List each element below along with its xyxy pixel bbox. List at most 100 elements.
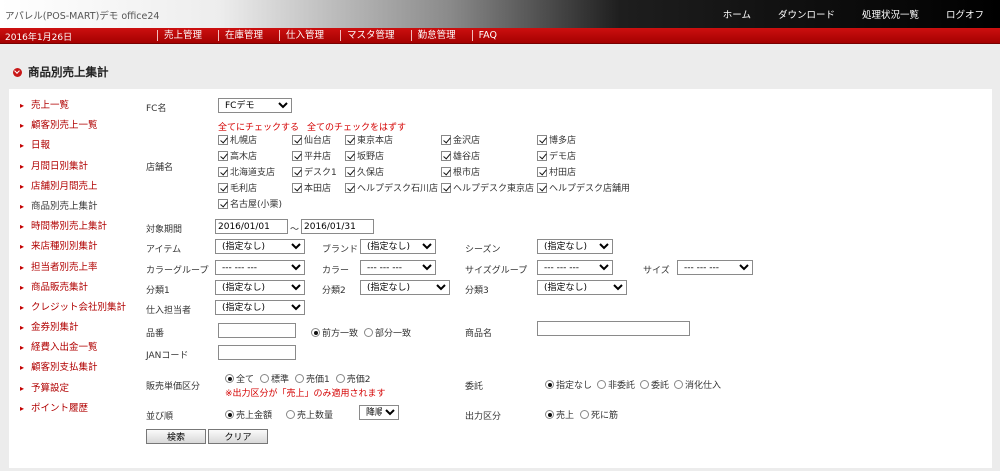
category1-select[interactable]: (指定なし) xyxy=(215,280,305,295)
radio-option[interactable]: 死に筋 xyxy=(580,408,618,421)
nav-logoff[interactable]: ログオフ xyxy=(946,7,984,21)
checkbox-checked-icon[interactable] xyxy=(345,166,355,177)
menu-sales[interactable]: 売上管理 xyxy=(157,30,202,41)
checkbox-checked-icon[interactable] xyxy=(441,134,451,145)
checkbox-checked-icon[interactable] xyxy=(218,134,228,145)
size-select[interactable]: --- --- --- xyxy=(677,260,753,275)
sidebar-item[interactable]: 顧客別売上一覧 xyxy=(9,116,129,136)
radio-unselected-icon[interactable] xyxy=(364,328,374,337)
radio-option[interactable]: 消化仕入 xyxy=(674,378,721,391)
radio-unselected-icon[interactable] xyxy=(286,410,296,419)
checkbox-checked-icon[interactable] xyxy=(218,198,228,209)
checkbox-checked-icon[interactable] xyxy=(292,166,302,177)
store-checkbox[interactable]: ヘルプデスク店舗用 xyxy=(537,181,630,194)
sidebar-item[interactable]: 日報 xyxy=(9,136,129,156)
store-checkbox[interactable]: 村田店 xyxy=(537,165,576,178)
menu-faq[interactable]: FAQ xyxy=(471,30,497,41)
radio-option[interactable]: 標準 xyxy=(260,372,289,385)
radio-option[interactable]: 売価1 xyxy=(295,372,330,385)
checkbox-checked-icon[interactable] xyxy=(537,166,547,177)
store-checkbox[interactable]: 博多店 xyxy=(537,133,576,146)
store-checkbox[interactable]: ヘルプデスク石川店 xyxy=(345,181,438,194)
sidebar-item[interactable]: 経費入出金一覧 xyxy=(9,338,129,358)
radio-unselected-icon[interactable] xyxy=(640,380,650,389)
sidebar-item[interactable]: 商品販売集計 xyxy=(9,278,129,298)
radio-option[interactable]: 売上数量 xyxy=(286,408,333,421)
checkbox-checked-icon[interactable] xyxy=(345,182,355,193)
sidebar-item[interactable]: 予算設定 xyxy=(9,379,129,399)
nav-process-status[interactable]: 処理状況一覧 xyxy=(862,7,919,21)
menu-inventory[interactable]: 在庫管理 xyxy=(218,30,263,41)
radio-option[interactable]: 非委託 xyxy=(597,378,635,391)
sidebar-item[interactable]: 商品別売上集計 xyxy=(9,197,129,217)
size-group-select[interactable]: --- --- --- xyxy=(537,260,613,275)
radio-unselected-icon[interactable] xyxy=(580,410,590,419)
menu-master[interactable]: マスタ管理 xyxy=(340,30,395,41)
store-checkbox[interactable]: 平井店 xyxy=(292,149,331,162)
store-checkbox[interactable]: 根市店 xyxy=(441,165,480,178)
radio-option[interactable]: 全て xyxy=(225,372,254,385)
nav-home[interactable]: ホーム xyxy=(723,7,751,21)
sidebar-item[interactable]: 顧客別支払集計 xyxy=(9,358,129,378)
category3-select[interactable]: (指定なし) xyxy=(537,280,627,295)
season-select[interactable]: (指定なし) xyxy=(537,239,613,254)
radio-unselected-icon[interactable] xyxy=(260,374,270,383)
checkbox-checked-icon[interactable] xyxy=(537,150,547,161)
store-checkbox[interactable]: 名古屋(小栗) xyxy=(218,197,282,210)
radio-option[interactable]: 前方一致 xyxy=(311,326,358,339)
checkbox-checked-icon[interactable] xyxy=(345,134,355,145)
checkbox-checked-icon[interactable] xyxy=(218,150,228,161)
radio-selected-icon[interactable] xyxy=(545,410,554,419)
check-all-link[interactable]: 全てにチェックする xyxy=(218,120,299,133)
nav-download[interactable]: ダウンロード xyxy=(778,7,835,21)
buyer-select[interactable]: (指定なし) xyxy=(215,300,305,315)
radio-option[interactable]: 売上 xyxy=(545,408,574,421)
menu-purchasing[interactable]: 仕入管理 xyxy=(279,30,324,41)
checkbox-checked-icon[interactable] xyxy=(345,150,355,161)
sidebar-item[interactable]: 来店種別別集計 xyxy=(9,237,129,257)
clear-button[interactable]: クリア xyxy=(208,429,268,444)
store-checkbox[interactable]: 北海道支店 xyxy=(218,165,275,178)
checkbox-checked-icon[interactable] xyxy=(218,182,228,193)
store-checkbox[interactable]: 坂野店 xyxy=(345,149,384,162)
radio-selected-icon[interactable] xyxy=(225,374,234,383)
product-name-input[interactable] xyxy=(537,321,690,336)
checkbox-checked-icon[interactable] xyxy=(441,150,451,161)
checkbox-checked-icon[interactable] xyxy=(218,166,228,177)
radio-unselected-icon[interactable] xyxy=(597,380,607,389)
store-checkbox[interactable]: 本田店 xyxy=(292,181,331,194)
radio-selected-icon[interactable] xyxy=(545,380,554,389)
store-checkbox[interactable]: 雄谷店 xyxy=(441,149,480,162)
radio-option[interactable]: 指定なし xyxy=(545,378,592,391)
store-checkbox[interactable]: 東京本店 xyxy=(345,133,393,146)
radio-unselected-icon[interactable] xyxy=(674,380,684,389)
period-from-input[interactable] xyxy=(215,219,288,234)
sidebar-item[interactable]: ポイント履歴 xyxy=(9,399,129,419)
product-code-input[interactable] xyxy=(218,323,296,338)
store-checkbox[interactable]: 久保店 xyxy=(345,165,384,178)
sidebar-item[interactable]: 時間帯別売上集計 xyxy=(9,217,129,237)
fc-select[interactable]: FCデモ xyxy=(218,98,292,113)
sidebar-item[interactable]: 売上一覧 xyxy=(9,96,129,116)
radio-option[interactable]: 部分一致 xyxy=(364,326,411,339)
jan-code-input[interactable] xyxy=(218,345,296,360)
color-group-select[interactable]: --- --- --- xyxy=(215,260,305,275)
brand-select[interactable]: (指定なし) xyxy=(360,239,436,254)
checkbox-checked-icon[interactable] xyxy=(292,182,302,193)
sidebar-item[interactable]: クレジット会社別集計 xyxy=(9,298,129,318)
sidebar-item[interactable]: 月間日別集計 xyxy=(9,157,129,177)
store-checkbox[interactable]: 金沢店 xyxy=(441,133,480,146)
radio-selected-icon[interactable] xyxy=(311,328,320,337)
uncheck-all-link[interactable]: 全てのチェックをはずす xyxy=(307,120,406,133)
radio-unselected-icon[interactable] xyxy=(295,374,305,383)
checkbox-checked-icon[interactable] xyxy=(292,134,302,145)
store-checkbox[interactable]: デスク1 xyxy=(292,165,337,178)
checkbox-checked-icon[interactable] xyxy=(441,166,451,177)
sidebar-item[interactable]: 金券別集計 xyxy=(9,318,129,338)
color-select[interactable]: --- --- --- xyxy=(360,260,436,275)
store-checkbox[interactable]: 札幌店 xyxy=(218,133,257,146)
radio-option[interactable]: 売価2 xyxy=(335,372,371,385)
radio-option[interactable]: 売上金額 xyxy=(225,408,272,421)
sidebar-item[interactable]: 担当者別売上率 xyxy=(9,258,129,278)
store-checkbox[interactable]: 毛利店 xyxy=(218,181,257,194)
